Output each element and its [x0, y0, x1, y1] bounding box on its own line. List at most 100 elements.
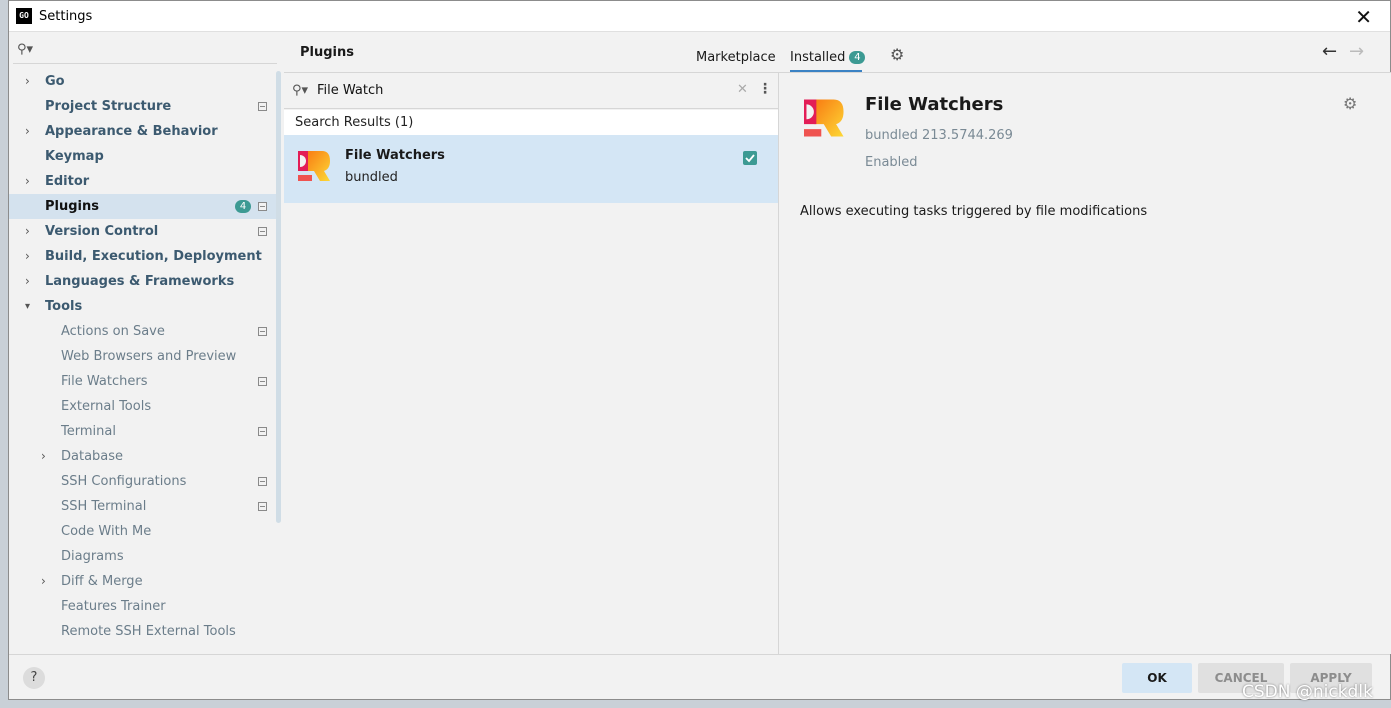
search-icon: ⚲▾	[292, 83, 309, 98]
sidebar-item-label: Plugins	[45, 199, 99, 214]
sidebar-item-label: Version Control	[45, 224, 159, 239]
sidebar-item-label: Code With Me	[61, 524, 152, 539]
sidebar-item-label: SSH Terminal	[61, 499, 147, 514]
sidebar-item[interactable]: Actions on Save	[9, 319, 281, 344]
sidebar-item-label: Features Trainer	[61, 599, 166, 614]
sidebar-item[interactable]: Remote SSH External Tools	[9, 619, 281, 644]
more-options-icon[interactable]: ⋮	[758, 81, 772, 97]
sidebar-item-label: Project Structure	[45, 99, 172, 114]
file-watchers-plugin-icon	[298, 149, 332, 187]
plugin-detail-panel: File Watchers bundled 213.5744.269 Enabl…	[780, 73, 1391, 654]
project-level-config-icon	[258, 502, 267, 511]
sidebar-item[interactable]: Code With Me	[9, 519, 281, 544]
sidebar-item[interactable]: Diagrams	[9, 544, 281, 569]
sidebar-item-label: External Tools	[61, 399, 152, 414]
sidebar-item-label: Appearance & Behavior	[45, 124, 218, 139]
detail-plugin-status: Enabled	[865, 155, 918, 170]
chevron-right-icon[interactable]: ›	[25, 169, 35, 194]
chevron-right-icon[interactable]: ›	[25, 69, 35, 94]
sidebar-item[interactable]: › Build, Execution, Deployment	[9, 244, 281, 269]
tab-installed[interactable]: Installed 4	[790, 50, 866, 65]
sidebar-item-label: Diff & Merge	[61, 574, 143, 589]
sidebar-item-label: Build, Execution, Deployment	[45, 249, 262, 264]
sidebar-item-label: Web Browsers and Preview	[61, 349, 237, 364]
window-title: Settings	[39, 9, 93, 24]
back-arrow-icon[interactable]: ←	[1322, 41, 1337, 62]
sidebar-item[interactable]: › Go	[9, 69, 281, 94]
expanded-icon[interactable]: ▾	[25, 294, 35, 319]
chevron-right-icon[interactable]: ›	[25, 219, 35, 244]
file-watchers-plugin-icon	[804, 97, 846, 143]
sidebar-scrollbar[interactable]	[276, 71, 281, 523]
plugin-search-input[interactable]: ⚲▾ File Watch ✕ ⋮	[284, 73, 778, 109]
sidebar-item[interactable]: › Version Control	[9, 219, 281, 244]
sidebar-item-label: Terminal	[61, 424, 116, 439]
sidebar-item[interactable]: SSH Configurations	[9, 469, 281, 494]
project-level-config-icon	[258, 477, 267, 486]
tab-installed-label: Installed	[790, 50, 846, 65]
chevron-right-icon[interactable]: ›	[25, 119, 35, 144]
project-level-config-icon	[258, 102, 267, 111]
background-edge-left	[0, 0, 8, 708]
settings-sidebar: ⚲▾ › Go Project Structure › Appearance & Beh…	[9, 32, 281, 654]
chevron-right-icon[interactable]: ›	[25, 269, 35, 294]
sidebar-item-label: Keymap	[45, 149, 104, 164]
plugins-settings-gear-icon[interactable]: ⚙	[890, 45, 904, 64]
sidebar-item[interactable]: Keymap	[9, 144, 281, 169]
sidebar-item-label: Actions on Save	[61, 324, 165, 339]
plugin-name: File Watchers	[345, 148, 445, 163]
plugin-search-value[interactable]: File Watch	[317, 83, 383, 98]
results-header-label: Search Results (1)	[295, 115, 414, 130]
page-title: Plugins	[300, 45, 354, 60]
plugin-result-item[interactable]: File Watchers bundled	[284, 135, 778, 203]
detail-plugin-name: File Watchers	[865, 94, 1004, 115]
clear-search-icon[interactable]: ✕	[737, 82, 748, 97]
ok-button[interactable]: OK	[1122, 663, 1192, 693]
sidebar-item[interactable]: › Languages & Frameworks	[9, 269, 281, 294]
forward-arrow-icon[interactable]: →	[1349, 41, 1364, 62]
sidebar-item[interactable]: Terminal	[9, 419, 281, 444]
sidebar-item[interactable]: Project Structure	[9, 94, 281, 119]
plugins-count-badge: 4	[235, 200, 251, 213]
project-level-config-icon	[258, 377, 267, 386]
sidebar-item[interactable]: Plugins 4	[9, 194, 281, 219]
goland-logo-icon: GO	[16, 8, 32, 24]
settings-tree: › Go Project Structure › Appearance & Behavi…	[9, 69, 281, 644]
sidebar-item-label: Remote SSH External Tools	[61, 624, 236, 639]
sidebar-item[interactable]: › Editor	[9, 169, 281, 194]
tab-marketplace[interactable]: Marketplace	[696, 50, 776, 65]
sidebar-item[interactable]: File Watchers	[9, 369, 281, 394]
sidebar-item-label: Languages & Frameworks	[45, 274, 235, 289]
plugin-enabled-checkbox[interactable]	[743, 151, 757, 165]
sidebar-search-input[interactable]: ⚲▾	[13, 38, 277, 64]
footer-divider	[9, 654, 1390, 655]
sidebar-item[interactable]: Web Browsers and Preview	[9, 344, 281, 369]
sidebar-item[interactable]: ▾ Tools	[9, 294, 281, 319]
sidebar-item[interactable]: External Tools	[9, 394, 281, 419]
settings-dialog: GO Settings ✕ ⚲▾ › Go Project Structure › Ap…	[8, 0, 1391, 700]
results-header: Search Results (1)	[284, 110, 778, 135]
project-level-config-icon	[258, 327, 267, 336]
chevron-right-icon[interactable]: ›	[25, 244, 35, 269]
project-level-config-icon	[258, 427, 267, 436]
title-bar: GO Settings ✕	[9, 1, 1390, 32]
sidebar-item[interactable]: SSH Terminal	[9, 494, 281, 519]
sidebar-item-label: SSH Configurations	[61, 474, 187, 489]
sidebar-item[interactable]: › Diff & Merge	[9, 569, 281, 594]
close-icon[interactable]: ✕	[1355, 5, 1372, 29]
help-button[interactable]: ?	[23, 667, 45, 689]
chevron-right-icon[interactable]: ›	[41, 444, 51, 469]
detail-plugin-description: Allows executing tasks triggered by file…	[800, 204, 1148, 219]
sidebar-item-label: File Watchers	[61, 374, 148, 389]
sidebar-item[interactable]: › Database	[9, 444, 281, 469]
project-level-config-icon	[258, 202, 267, 211]
chevron-right-icon[interactable]: ›	[41, 569, 51, 594]
project-level-config-icon	[258, 227, 267, 236]
sidebar-item[interactable]: › Appearance & Behavior	[9, 119, 281, 144]
sidebar-item-label: Editor	[45, 174, 90, 189]
plugin-subtitle: bundled	[345, 170, 398, 185]
sidebar-item-label: Tools	[45, 299, 83, 314]
sidebar-item[interactable]: Features Trainer	[9, 594, 281, 619]
search-icon: ⚲▾	[17, 42, 34, 57]
plugin-detail-gear-icon[interactable]: ⚙	[1343, 94, 1357, 113]
